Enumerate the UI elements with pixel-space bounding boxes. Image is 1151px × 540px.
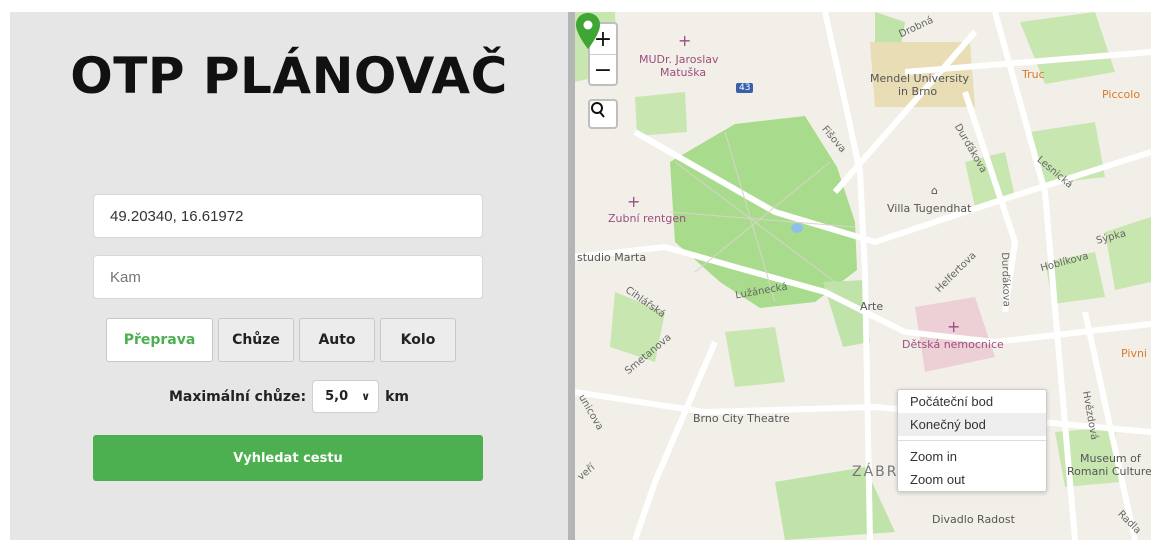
search-map-button[interactable]: [588, 99, 618, 129]
map-label: Romani Culture: [1067, 465, 1151, 478]
map-label: Dětská nemocnice: [902, 338, 1004, 351]
map-context-menu: Počáteční bod Konečný bod Zoom in Zoom o…: [897, 389, 1047, 492]
context-zoom-in[interactable]: Zoom in: [898, 445, 1046, 468]
chevron-down-icon: ∨: [361, 390, 371, 403]
context-start-point[interactable]: Počáteční bod: [898, 390, 1046, 413]
max-walk-unit: km: [385, 388, 410, 405]
map-label: Museum of: [1080, 452, 1141, 465]
map-label: Truc: [1022, 68, 1045, 81]
map-label: in Brno: [898, 85, 938, 98]
map-label: Pivni: [1121, 347, 1147, 360]
route-shield: 43: [736, 83, 754, 93]
app-title: OTP PLÁNOVAČ: [70, 47, 508, 105]
medical-icon: +: [627, 192, 641, 211]
map-marker-icon[interactable]: [575, 12, 601, 50]
context-zoom-out[interactable]: Zoom out: [898, 468, 1046, 491]
mode-walk-button[interactable]: Chůze: [218, 318, 294, 362]
map-label: Durďákova: [998, 252, 1012, 307]
max-walk-value: 5,0: [325, 389, 349, 404]
max-walk-label: Maximální chůze:: [168, 388, 307, 405]
map-label: Zubní rentgen: [608, 212, 687, 225]
map-label: Mendel University: [870, 72, 970, 85]
map-label: MUDr. Jaroslav: [639, 53, 719, 66]
map-label: Divadlo Radost: [932, 513, 1015, 526]
max-walk-select[interactable]: 5,0 ∨: [312, 380, 380, 413]
map-label: Arte: [860, 300, 884, 313]
map-label: Villa Tugendhat: [887, 202, 972, 215]
panel-divider[interactable]: [568, 12, 575, 540]
map-view[interactable]: Drobná + MUDr. Jaroslav Matuška 43 Mende…: [575, 12, 1151, 540]
medical-icon: +: [947, 317, 961, 336]
mode-car-button[interactable]: Auto: [299, 318, 375, 362]
search-route-button[interactable]: Vyhledat cestu: [93, 435, 483, 481]
search-icon: [591, 102, 605, 118]
mode-selector: Přeprava Chůze Auto Kolo: [106, 318, 456, 362]
context-end-point[interactable]: Konečný bod: [898, 413, 1046, 436]
map-label: studio Marta: [577, 251, 647, 264]
map-label: ZÁBR: [852, 464, 899, 480]
map-tiles: [575, 12, 1151, 540]
map-label: Matuška: [660, 66, 707, 79]
map-label: Piccolo: [1102, 88, 1141, 101]
medical-icon: +: [678, 31, 692, 50]
to-input[interactable]: [93, 255, 483, 299]
max-walk-row: Maximální chůze: 5,0 ∨ km: [10, 380, 568, 413]
from-input[interactable]: [93, 194, 483, 238]
mode-transit-button[interactable]: Přeprava: [106, 318, 213, 362]
context-separator: [898, 440, 1046, 441]
mode-bike-button[interactable]: Kolo: [380, 318, 456, 362]
map-label: Brno City Theatre: [693, 412, 790, 425]
zoom-out-button[interactable]: −: [590, 55, 616, 85]
planner-panel: OTP PLÁNOVAČ Přeprava Chůze Auto Kolo Ma…: [10, 12, 568, 540]
landmark-icon: ⌂: [931, 184, 938, 197]
